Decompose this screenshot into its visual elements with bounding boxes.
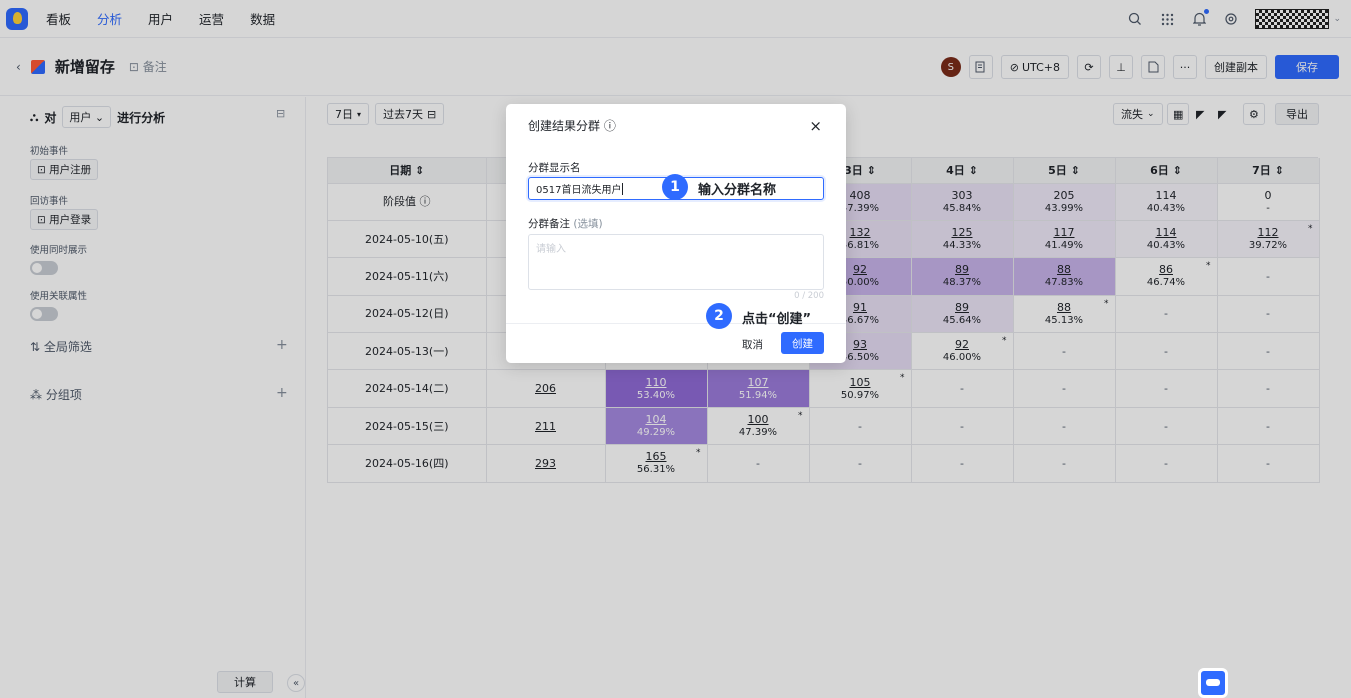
char-counter: 0 / 200 <box>794 291 824 301</box>
segment-remark-textarea[interactable]: 请输入 <box>528 234 824 290</box>
close-icon[interactable]: × <box>809 117 822 135</box>
segment-remark-label: 分群备注 (选填) <box>528 216 603 231</box>
create-button[interactable]: 创建 <box>781 332 824 354</box>
step-text-2: 点击“创建” <box>742 312 812 327</box>
segment-name-label: 分群显示名 <box>528 162 581 174</box>
text-caret <box>622 182 624 195</box>
segment-name-value: 0517首日流失用户 <box>536 185 622 196</box>
cancel-button[interactable]: 取消 <box>742 337 763 352</box>
chat-assistant-icon[interactable] <box>1198 668 1228 698</box>
step-text-1: 输入分群名称 <box>698 183 777 198</box>
step-marker-2: 2 <box>706 303 732 329</box>
remark-optional-hint: (选填) <box>573 218 603 230</box>
remark-label-text: 分群备注 <box>528 218 570 230</box>
step-marker-1: 1 <box>662 174 688 200</box>
dialog-title: 创建结果分群 ⓘ <box>528 119 616 133</box>
